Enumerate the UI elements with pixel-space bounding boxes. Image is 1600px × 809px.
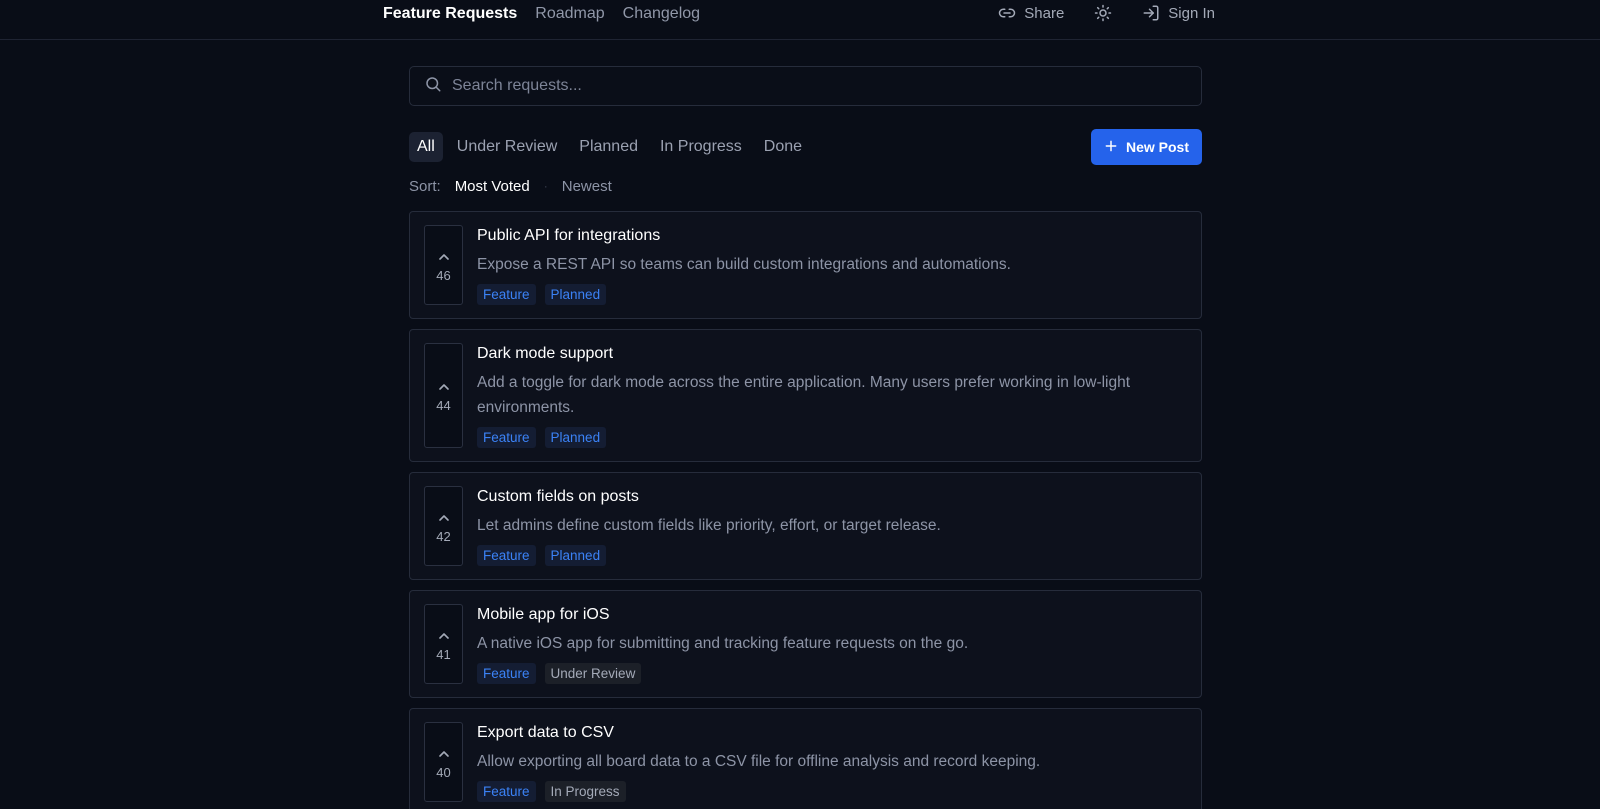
- tag-status: Planned: [544, 284, 607, 305]
- post-body: Public API for integrations Expose a RES…: [477, 225, 1187, 305]
- search-input[interactable]: [452, 77, 1201, 95]
- tag-status: In Progress: [544, 781, 626, 802]
- filter-tab-in-progress[interactable]: In Progress: [649, 132, 753, 162]
- tag-status: Planned: [544, 427, 607, 448]
- theme-toggle-button[interactable]: [1094, 4, 1112, 22]
- tag-status: Planned: [544, 545, 607, 566]
- nav-changelog[interactable]: Changelog: [623, 5, 700, 23]
- tag-category: Feature: [477, 545, 536, 566]
- post-list: 46 Public API for integrations Expose a …: [409, 211, 1202, 809]
- vote-count: 42: [436, 528, 451, 544]
- post-title: Export data to CSV: [477, 724, 614, 741]
- upvote-button[interactable]: 42: [424, 486, 463, 566]
- post-description: Expose a REST API so teams can build cus…: [477, 256, 1011, 273]
- post-body: Custom fields on posts Let admins define…: [477, 486, 1187, 566]
- filter-row: All Under Review Planned In Progress Don…: [409, 127, 1202, 167]
- upvote-button[interactable]: 44: [424, 343, 463, 448]
- post-description: Allow exporting all board data to a CSV …: [477, 753, 1041, 770]
- search-icon: [424, 75, 442, 98]
- vote-count: 46: [436, 267, 451, 283]
- post-title: Mobile app for iOS: [477, 606, 610, 623]
- link-icon: [998, 4, 1016, 22]
- post-tags: Feature Under Review: [477, 663, 1187, 684]
- status-filter-tabs: All Under Review Planned In Progress Don…: [409, 132, 813, 162]
- post-tags: Feature Planned: [477, 284, 1187, 305]
- new-post-button[interactable]: New Post: [1091, 129, 1202, 165]
- share-label: Share: [1024, 4, 1065, 22]
- sort-most-voted[interactable]: Most Voted: [455, 178, 530, 195]
- new-post-label: New Post: [1125, 139, 1189, 155]
- upvote-button[interactable]: 46: [424, 225, 463, 305]
- upvote-button[interactable]: 40: [424, 722, 463, 802]
- post-card[interactable]: 46 Public API for integrations Expose a …: [409, 211, 1202, 319]
- filter-tab-all[interactable]: All: [409, 132, 443, 162]
- chevron-up-icon: [438, 248, 450, 266]
- vote-count: 44: [436, 398, 451, 413]
- share-button[interactable]: Share: [998, 4, 1064, 22]
- main-nav: Feature Requests Roadmap Changelog: [383, 5, 700, 23]
- filter-tab-under-review[interactable]: Under Review: [446, 132, 568, 162]
- post-card[interactable]: 41 Mobile app for iOS A native iOS app f…: [409, 590, 1202, 698]
- tag-category: Feature: [477, 663, 536, 684]
- nav-roadmap[interactable]: Roadmap: [535, 5, 604, 23]
- upvote-button[interactable]: 41: [424, 604, 463, 684]
- chevron-up-icon: [438, 627, 450, 645]
- post-description: Add a toggle for dark mode across the en…: [477, 374, 1131, 416]
- post-tags: Feature Planned: [477, 427, 1187, 448]
- chevron-up-icon: [438, 509, 450, 527]
- vote-count: 40: [436, 764, 451, 780]
- post-description: Let admins define custom fields like pri…: [477, 517, 941, 534]
- post-body: Dark mode support Add a toggle for dark …: [477, 343, 1187, 448]
- filter-tab-done[interactable]: Done: [753, 132, 813, 162]
- post-card[interactable]: 42 Custom fields on posts Let admins def…: [409, 472, 1202, 580]
- post-title: Dark mode support: [477, 345, 614, 362]
- sign-in-button[interactable]: Sign In: [1142, 4, 1215, 22]
- tag-category: Feature: [477, 284, 536, 305]
- chevron-up-icon: [438, 745, 450, 763]
- sign-in-label: Sign In: [1168, 4, 1215, 22]
- nav-actions: Share Sign In: [998, 4, 1215, 22]
- vote-count: 41: [436, 646, 451, 662]
- post-tags: Feature In Progress: [477, 781, 1187, 802]
- post-title: Public API for integrations: [477, 227, 661, 244]
- main-content: All Under Review Planned In Progress Don…: [409, 66, 1202, 809]
- sign-in-icon: [1142, 4, 1160, 22]
- post-body: Export data to CSV Allow exporting all b…: [477, 722, 1187, 802]
- sort-separator: ·: [543, 179, 548, 193]
- search-bar: [409, 66, 1202, 106]
- chevron-up-icon: [438, 378, 450, 396]
- plus-icon: [1104, 139, 1118, 156]
- post-card[interactable]: 40 Export data to CSV Allow exporting al…: [409, 708, 1202, 809]
- post-title: Custom fields on posts: [477, 488, 639, 505]
- tag-category: Feature: [477, 427, 536, 448]
- nav-feature-requests[interactable]: Feature Requests: [383, 5, 517, 23]
- filter-tab-planned[interactable]: Planned: [568, 132, 649, 162]
- top-navbar: Feature Requests Roadmap Changelog Share…: [0, 0, 1600, 40]
- post-card[interactable]: 44 Dark mode support Add a toggle for da…: [409, 329, 1202, 462]
- sort-controls: Sort: Most Voted · Newest: [409, 173, 1202, 199]
- sort-newest[interactable]: Newest: [562, 178, 612, 195]
- post-body: Mobile app for iOS A native iOS app for …: [477, 604, 1187, 684]
- tag-status: Under Review: [544, 663, 642, 684]
- post-tags: Feature Planned: [477, 545, 1187, 566]
- sort-label: Sort:: [409, 177, 441, 195]
- tag-category: Feature: [477, 781, 536, 802]
- sun-icon: [1094, 4, 1112, 22]
- post-description: A native iOS app for submitting and trac…: [477, 635, 969, 652]
